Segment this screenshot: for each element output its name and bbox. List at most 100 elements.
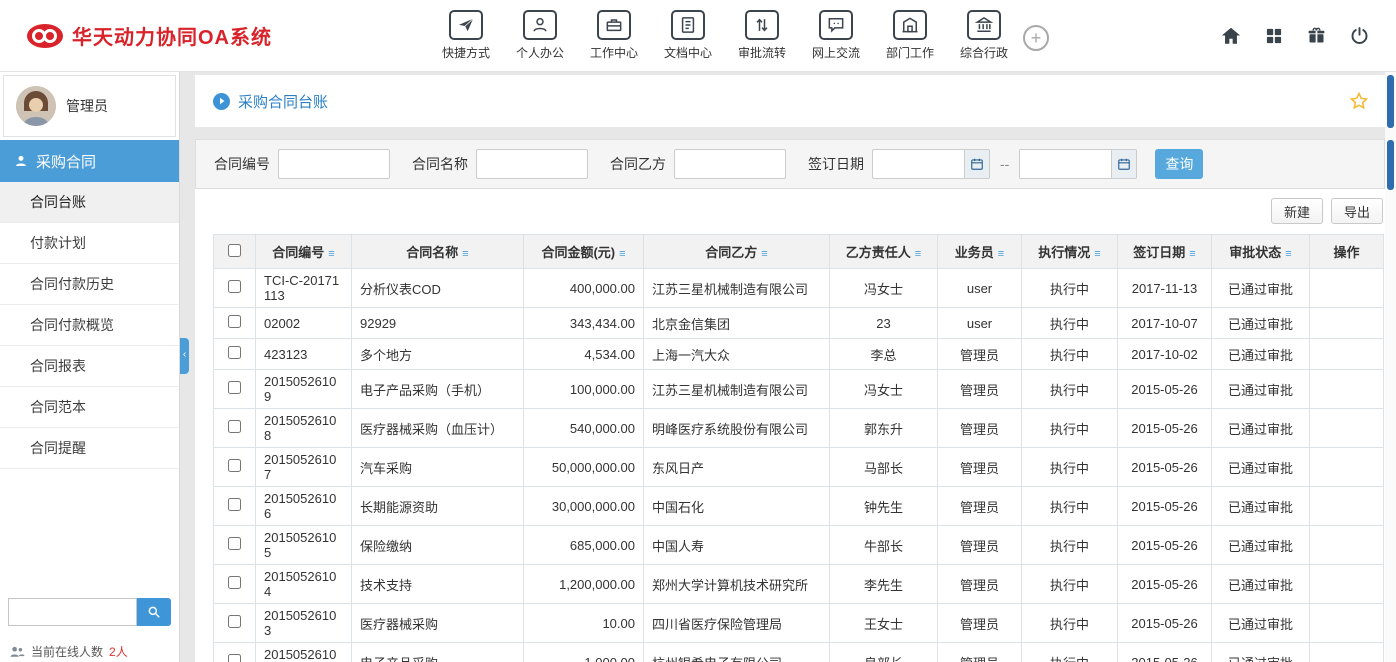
top-nav-item-work-center[interactable]: 工作中心 — [585, 10, 643, 61]
row-checkbox[interactable] — [228, 576, 241, 589]
cell-name: 医疗器械采购 — [352, 604, 524, 643]
column-header-date[interactable]: 签订日期≡ — [1118, 235, 1212, 269]
column-header-no[interactable]: 合同编号≡ — [256, 235, 352, 269]
date-to-calendar-button[interactable] — [1111, 149, 1137, 179]
column-header-amount[interactable]: 合同金额(元) ≡ — [524, 235, 644, 269]
row-checkbox[interactable] — [228, 420, 241, 433]
cell-manager: 冯女士 — [830, 370, 938, 409]
cell-date: 2017-10-07 — [1118, 308, 1212, 339]
sort-icon[interactable]: ≡ — [1285, 248, 1291, 260]
sidebar-item-contract-template[interactable]: 合同范本 — [0, 387, 179, 428]
sidebar-item-contract-ledger[interactable]: 合同台账 — [0, 182, 179, 223]
power-icon[interactable] — [1349, 25, 1370, 46]
row-checkbox[interactable] — [228, 459, 241, 472]
column-header-manager[interactable]: 乙方责任人 ≡ — [830, 235, 938, 269]
cell-amount: 685,000.00 — [524, 526, 644, 565]
cell-no: 20150526102 — [256, 643, 352, 662]
query-button[interactable]: 查询 — [1155, 149, 1203, 179]
apps-grid-icon[interactable] — [1264, 26, 1284, 46]
sidebar-item-contract-report[interactable]: 合同报表 — [0, 346, 179, 387]
column-header-sales[interactable]: 业务员≡ — [938, 235, 1022, 269]
cell-approval: 已通过审批 — [1212, 409, 1310, 448]
cell-op — [1310, 643, 1384, 662]
row-checkbox[interactable] — [228, 315, 241, 328]
export-button[interactable]: 导出 — [1331, 198, 1383, 224]
sort-icon[interactable]: ≡ — [915, 248, 921, 260]
column-header-label: 合同金额(元) — [541, 245, 615, 260]
row-checkbox[interactable] — [228, 537, 241, 550]
date-from-calendar-button[interactable] — [964, 149, 990, 179]
add-module-icon[interactable]: + — [1023, 25, 1049, 51]
top-nav-item-shortcut[interactable]: 快捷方式 — [437, 10, 495, 61]
sort-icon[interactable]: ≡ — [761, 248, 767, 260]
sidebar-item-contract-reminder[interactable]: 合同提醒 — [0, 428, 179, 469]
select-all-checkbox[interactable] — [228, 244, 241, 257]
contract-name-input[interactable] — [476, 149, 588, 179]
party-b-input[interactable] — [674, 149, 786, 179]
sidebar-item-payment-history[interactable]: 合同付款历史 — [0, 264, 179, 305]
column-header-name[interactable]: 合同名称≡ — [352, 235, 524, 269]
calendar-icon — [970, 157, 984, 171]
table-body: TCI-C-20171113分析仪表COD400,000.00江苏三星机械制造有… — [214, 269, 1384, 662]
top-nav-item-online-chat[interactable]: 网上交流 — [807, 10, 865, 61]
app-logo[interactable]: 华天动力协同OA系统 — [26, 21, 272, 50]
date-to-input[interactable] — [1019, 149, 1111, 179]
column-header-op[interactable]: 操作 — [1310, 235, 1384, 269]
top-nav-item-approval-flow[interactable]: 审批流转 — [733, 10, 791, 61]
cell-party: 明峰医疗系统股份有限公司 — [644, 409, 830, 448]
row-checkbox[interactable] — [228, 346, 241, 359]
top-nav-label: 快捷方式 — [442, 44, 490, 61]
top-nav-label: 综合行政 — [960, 44, 1008, 61]
search-icon — [147, 605, 161, 619]
top-nav-item-department-work[interactable]: 部门工作 — [881, 10, 939, 61]
top-nav-item-personal-office[interactable]: 个人办公 — [511, 10, 569, 61]
date-from-input[interactable] — [872, 149, 964, 179]
filter-bar: 合同编号 合同名称 合同乙方 签订日期 -- 查询 — [195, 139, 1385, 189]
cell-op — [1310, 308, 1384, 339]
row-checkbox[interactable] — [228, 615, 241, 628]
cell-op — [1310, 526, 1384, 565]
sidebar-search-input[interactable] — [8, 598, 137, 626]
sort-icon[interactable]: ≡ — [1189, 248, 1195, 260]
row-select-cell — [214, 565, 256, 604]
user-card[interactable]: 管理员 — [3, 75, 176, 137]
column-header-party[interactable]: 合同乙方≡ — [644, 235, 830, 269]
scrollbar-thumb[interactable] — [1387, 75, 1394, 128]
bank-icon — [967, 10, 1001, 40]
sort-icon[interactable]: ≡ — [619, 248, 625, 260]
cell-party: 四川省医疗保险管理局 — [644, 604, 830, 643]
app-title: 华天动力协同OA系统 — [72, 21, 272, 50]
cell-manager: 牛部长 — [830, 526, 938, 565]
cell-no: 20150526109 — [256, 370, 352, 409]
row-checkbox[interactable] — [228, 280, 241, 293]
main-content: 采购合同台账 合同编号 合同名称 合同乙方 签订日期 -- 查询 新建 — [195, 75, 1385, 662]
new-button[interactable]: 新建 — [1271, 198, 1323, 224]
contract-no-input[interactable] — [278, 149, 390, 179]
date-range-separator: -- — [1000, 156, 1009, 172]
row-checkbox[interactable] — [228, 498, 241, 511]
top-nav-item-admin[interactable]: 综合行政 — [955, 10, 1013, 61]
row-checkbox[interactable] — [228, 654, 241, 662]
top-nav-item-document-center[interactable]: 文档中心 — [659, 10, 717, 61]
sidebar-item-payment-plan[interactable]: 付款计划 — [0, 223, 179, 264]
sidebar-item-payment-overview[interactable]: 合同付款概览 — [0, 305, 179, 346]
cell-name: 医疗器械采购（血压计） — [352, 409, 524, 448]
column-header-exec[interactable]: 执行情况≡ — [1022, 235, 1118, 269]
column-header-label: 乙方责任人 — [846, 245, 911, 260]
favorite-star-icon[interactable] — [1349, 91, 1369, 111]
sort-icon[interactable]: ≡ — [998, 248, 1004, 260]
sort-icon[interactable]: ≡ — [462, 248, 468, 260]
sidebar-search-button[interactable] — [137, 598, 171, 626]
cell-name: 电子产品采购 — [352, 643, 524, 662]
column-header-approval[interactable]: 审批状态≡ — [1212, 235, 1310, 269]
content-panel: 新建 导出 合同编号≡合同名称≡合同金额(元)≡合同乙方≡乙方责任人≡业务员≡执… — [195, 189, 1385, 662]
sort-icon[interactable]: ≡ — [1094, 248, 1100, 260]
sort-icon[interactable]: ≡ — [328, 248, 334, 260]
cell-op — [1310, 370, 1384, 409]
scrollbar-thumb[interactable] — [1387, 140, 1394, 190]
sidebar-collapse-handle[interactable]: ‹ — [180, 338, 189, 374]
row-checkbox[interactable] — [228, 381, 241, 394]
home-icon[interactable] — [1220, 25, 1242, 47]
sidebar-module-header[interactable]: 采购合同 — [0, 140, 179, 182]
gift-icon[interactable] — [1306, 25, 1327, 46]
